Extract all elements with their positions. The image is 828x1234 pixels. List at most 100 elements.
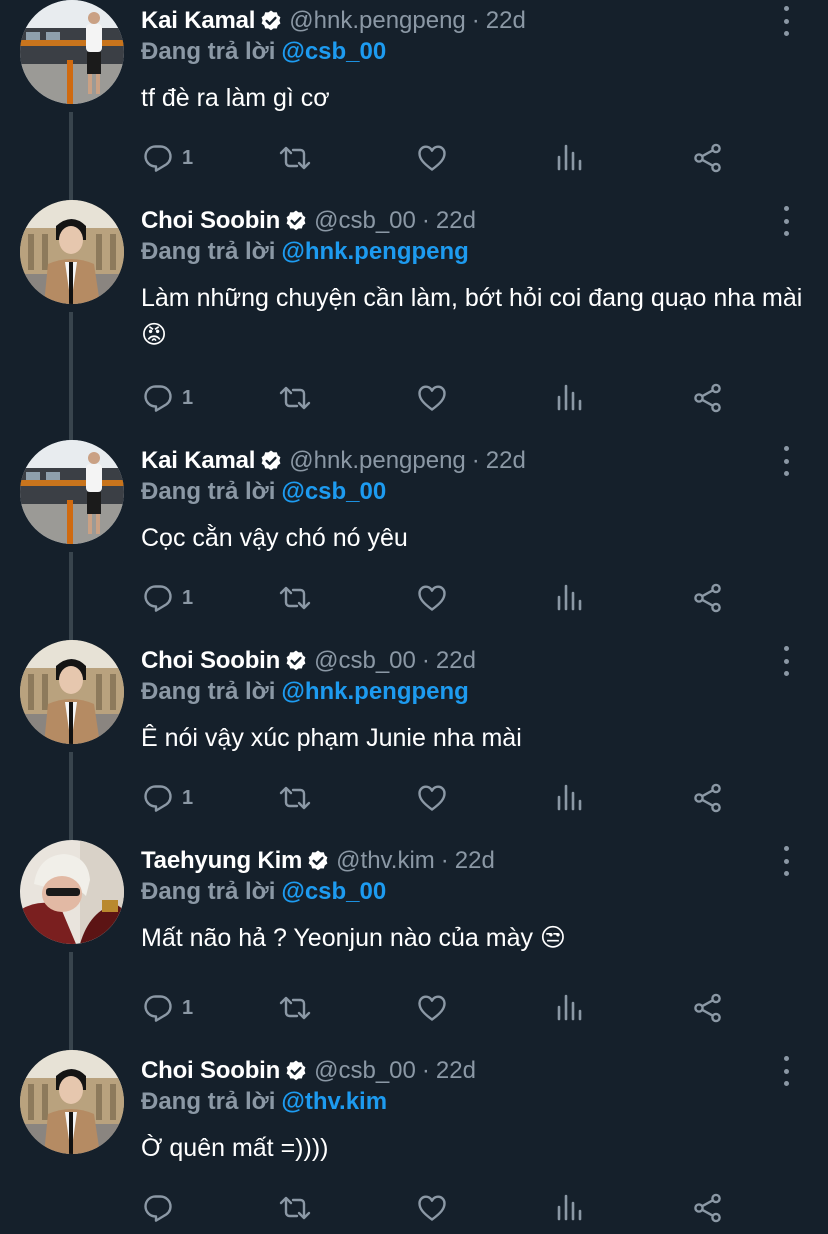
heart-icon — [416, 142, 448, 174]
tweet-header: Choi Soobin @csb_00 · 22d — [141, 644, 476, 678]
replying-to-mention[interactable]: @thv.kim — [281, 1088, 387, 1115]
more-options-icon[interactable] — [776, 446, 796, 476]
separator-dot: · — [471, 447, 480, 474]
display-name[interactable]: Choi Soobin — [141, 207, 280, 235]
analytics-button[interactable] — [555, 578, 585, 618]
retweet-icon — [278, 992, 312, 1024]
timestamp[interactable]: 22d — [486, 447, 526, 475]
share-icon — [692, 782, 724, 814]
more-options-icon[interactable] — [776, 846, 796, 876]
reply-count: 1 — [182, 996, 194, 1019]
timestamp[interactable]: 22d — [455, 847, 495, 875]
tweet-text: Mất não hả ? Yeonjun nào của mày 😒 — [141, 924, 566, 952]
tweet-text: tf đè ra làm gì cơ — [141, 84, 330, 112]
analytics-button[interactable] — [555, 778, 585, 818]
share-button[interactable] — [692, 138, 724, 178]
replying-to-mention[interactable]: @csb_00 — [281, 478, 386, 505]
analytics-button[interactable] — [555, 988, 585, 1028]
timestamp[interactable]: 22d — [436, 1057, 476, 1085]
analytics-icon — [555, 992, 585, 1024]
tweet-header: Choi Soobin @csb_00 · 22d — [141, 204, 476, 238]
retweet-button[interactable] — [278, 138, 312, 178]
retweet-button[interactable] — [278, 1188, 312, 1228]
more-options-icon[interactable] — [776, 646, 796, 676]
like-button[interactable] — [416, 138, 448, 178]
reply-button[interactable] — [142, 1188, 182, 1228]
user-handle[interactable]: @hnk.pengpeng — [289, 7, 466, 35]
display-name[interactable]: Kai Kamal — [141, 447, 255, 475]
replying-to-mention[interactable]: @hnk.pengpeng — [281, 238, 468, 265]
retweet-button[interactable] — [278, 778, 312, 818]
tweet-header: Kai Kamal @hnk.pengpeng · 22d — [141, 4, 526, 38]
reply-button[interactable]: 1 — [142, 778, 193, 818]
user-handle[interactable]: @csb_00 — [314, 207, 416, 235]
like-button[interactable] — [416, 1188, 448, 1228]
tweet-text: Cọc cằn vậy chó nó yêu — [141, 524, 408, 552]
share-button[interactable] — [692, 778, 724, 818]
retweet-button[interactable] — [278, 378, 312, 418]
retweet-button[interactable] — [278, 578, 312, 618]
analytics-button[interactable] — [555, 378, 585, 418]
thread-line — [69, 312, 73, 440]
replying-to-mention[interactable]: @csb_00 — [281, 38, 386, 65]
replying-to: Đang trả lời @csb_00 — [141, 878, 386, 906]
tweet-actions — [0, 1188, 828, 1228]
tweet-actions: 1 — [0, 578, 828, 618]
more-options-icon[interactable] — [776, 206, 796, 236]
display-name[interactable]: Choi Soobin — [141, 647, 280, 675]
share-button[interactable] — [692, 988, 724, 1028]
display-name[interactable]: Taehyung Kim — [141, 847, 302, 875]
avatar-kai-kamal-icon[interactable] — [20, 0, 124, 104]
reply-icon — [142, 382, 174, 414]
reply-count: 1 — [182, 386, 194, 409]
avatar-choi-soobin-icon[interactable] — [20, 1050, 124, 1154]
share-icon — [692, 142, 724, 174]
tweet-text: Làm những chuyện cần làm, bớt hỏi coi đa… — [141, 284, 803, 349]
separator-dot: · — [440, 847, 449, 874]
replying-to: Đang trả lời @csb_00 — [141, 478, 386, 506]
avatar-kai-kamal-icon[interactable] — [20, 440, 124, 544]
timestamp[interactable]: 22d — [436, 647, 476, 675]
timestamp[interactable]: 22d — [436, 207, 476, 235]
verified-badge-icon — [284, 1059, 308, 1083]
display-name[interactable]: Kai Kamal — [141, 7, 255, 35]
retweet-button[interactable] — [278, 988, 312, 1028]
tweet-actions: 1 — [0, 778, 828, 818]
user-handle[interactable]: @hnk.pengpeng — [289, 447, 466, 475]
reply-button[interactable]: 1 — [142, 988, 193, 1028]
replying-to-mention[interactable]: @csb_00 — [281, 878, 386, 905]
like-button[interactable] — [416, 378, 448, 418]
verified-badge-icon — [284, 649, 308, 673]
heart-icon — [416, 1192, 448, 1224]
like-button[interactable] — [416, 988, 448, 1028]
share-button[interactable] — [692, 378, 724, 418]
more-options-icon[interactable] — [776, 6, 796, 36]
avatar-choi-soobin-icon[interactable] — [20, 200, 124, 304]
reply-button[interactable]: 1 — [142, 138, 193, 178]
display-name[interactable]: Choi Soobin — [141, 1057, 280, 1085]
share-button[interactable] — [692, 1188, 724, 1228]
reply-count: 1 — [182, 586, 194, 609]
reply-button[interactable]: 1 — [142, 378, 193, 418]
avatar-choi-soobin-icon[interactable] — [20, 640, 124, 744]
user-handle[interactable]: @csb_00 — [314, 647, 416, 675]
reply-button[interactable]: 1 — [142, 578, 193, 618]
user-handle[interactable]: @thv.kim — [336, 847, 435, 875]
analytics-icon — [555, 782, 585, 814]
reply-icon — [142, 782, 174, 814]
user-handle[interactable]: @csb_00 — [314, 1057, 416, 1085]
like-button[interactable] — [416, 778, 448, 818]
share-icon — [692, 1192, 724, 1224]
like-button[interactable] — [416, 578, 448, 618]
replying-to: Đang trả lời @hnk.pengpeng — [141, 238, 469, 266]
timestamp[interactable]: 22d — [486, 7, 526, 35]
share-icon — [692, 582, 724, 614]
replying-to-label: Đang trả lời — [141, 238, 276, 265]
share-button[interactable] — [692, 578, 724, 618]
replying-to-mention[interactable]: @hnk.pengpeng — [281, 678, 468, 705]
replying-to: Đang trả lời @hnk.pengpeng — [141, 678, 469, 706]
analytics-button[interactable] — [555, 138, 585, 178]
avatar-taehyung-kim-icon[interactable] — [20, 840, 124, 944]
analytics-button[interactable] — [555, 1188, 585, 1228]
more-options-icon[interactable] — [776, 1056, 796, 1086]
